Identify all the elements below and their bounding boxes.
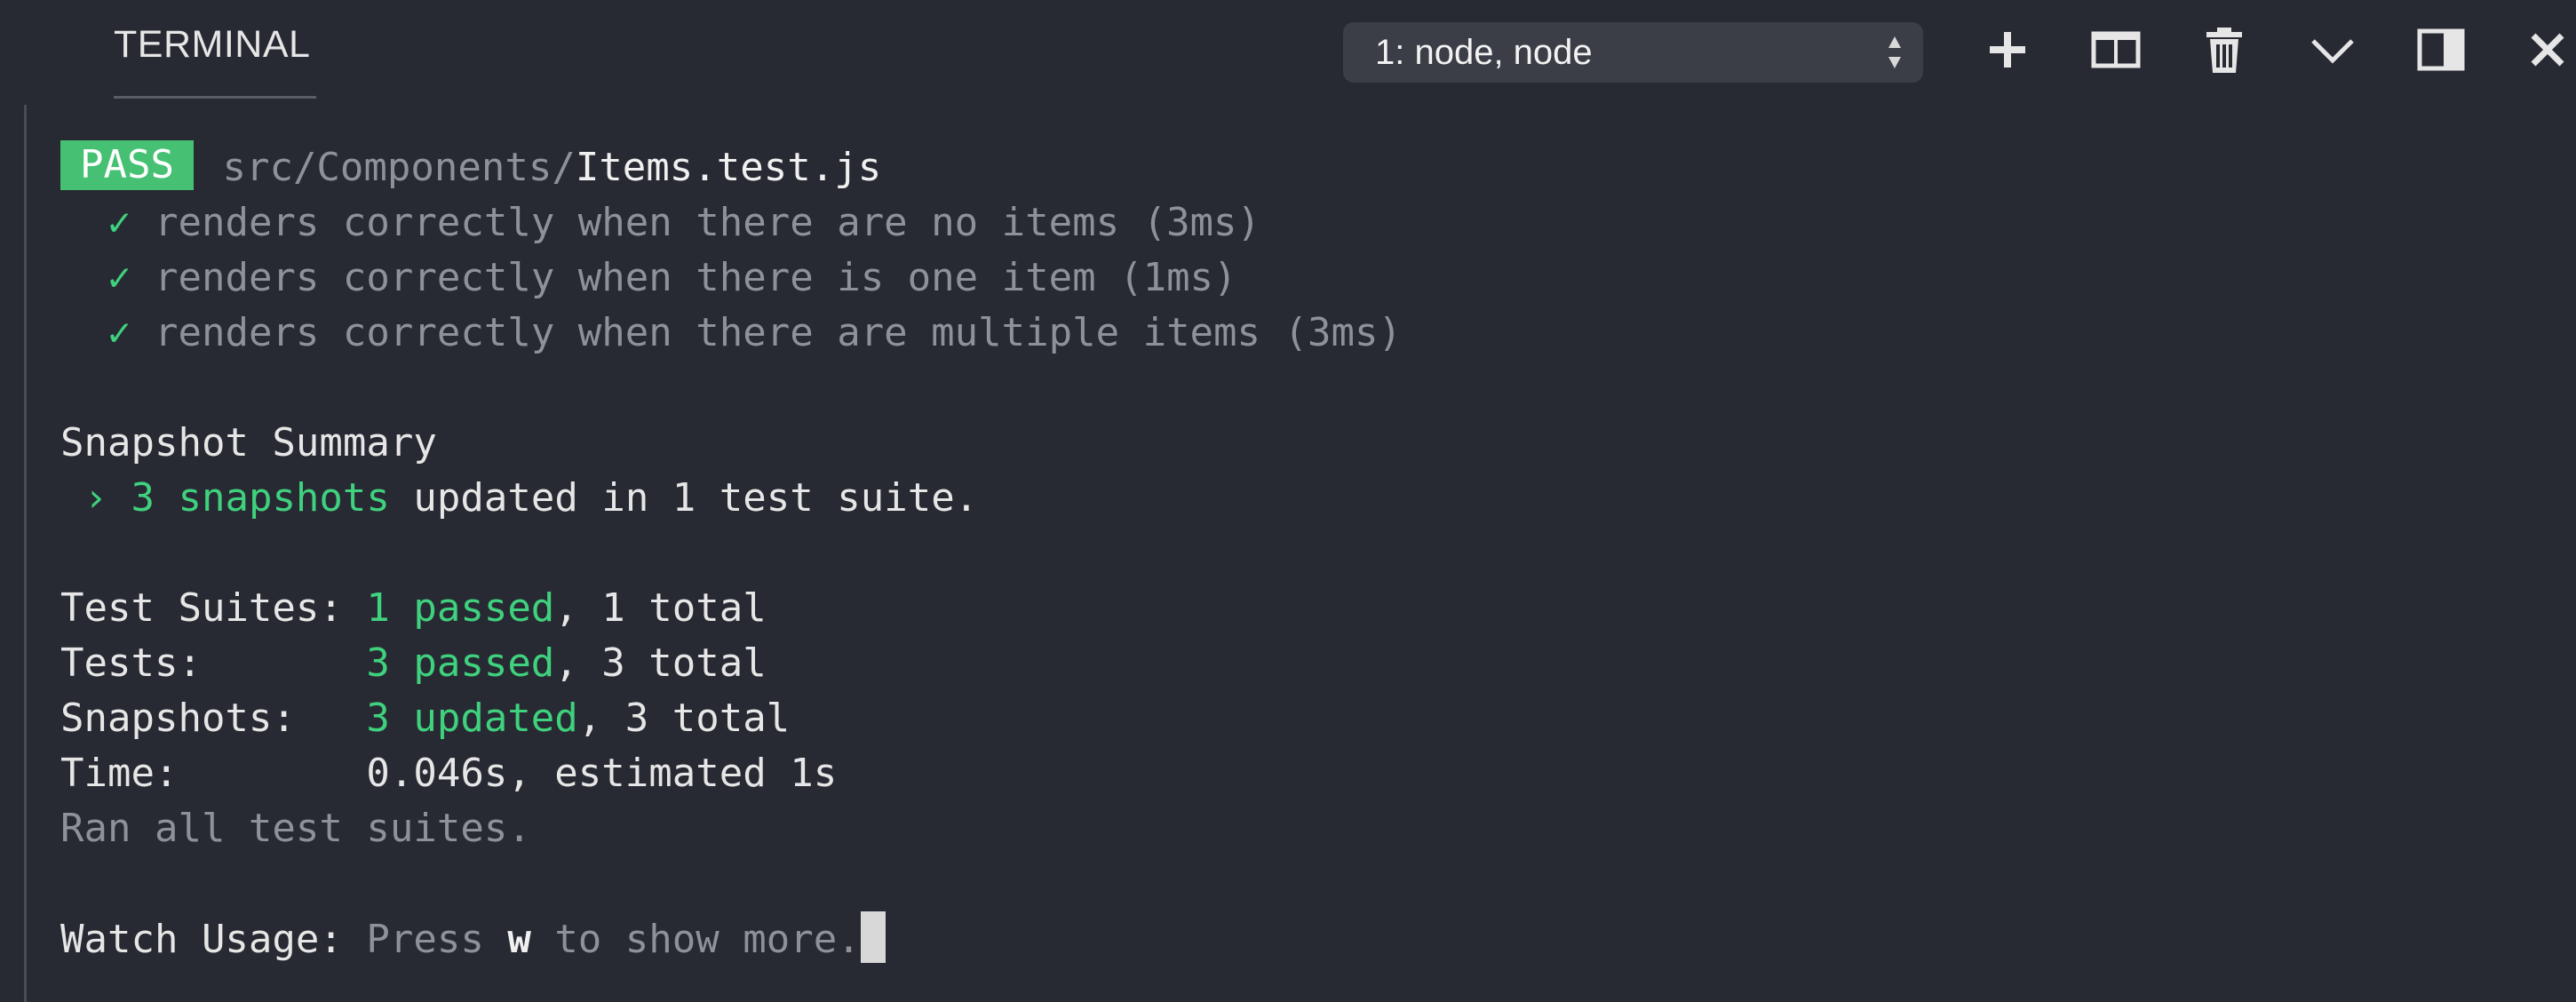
test-result-line: ✓ renders correctly when there are multi… [60, 306, 2576, 361]
trash-icon[interactable] [2198, 23, 2251, 76]
terminal-select-value: 1: node, node [1375, 33, 1593, 72]
watch-label: Watch Usage: [60, 917, 367, 962]
split-icon[interactable] [2089, 23, 2143, 76]
panel-icon[interactable] [2414, 23, 2468, 76]
test-result-line: ✓ renders correctly when there is one it… [60, 250, 2576, 306]
pass-badge: PASS [60, 140, 194, 190]
tests-total: , 3 total [554, 640, 767, 686]
suites-passed: 1 passed [366, 585, 555, 631]
watch-press: Press [366, 917, 508, 962]
suites-line: Test Suites: 1 passed, 1 total [60, 581, 2576, 636]
terminal-instance-select[interactable]: 1: node, node [1343, 22, 1923, 83]
time-line: Time: 0.046s, estimated 1s [60, 746, 2576, 801]
ran-all-line: Ran all test suites. [60, 806, 531, 851]
test-result-line: ✓ renders correctly when there are no it… [60, 195, 2576, 250]
tests-line: Tests: 3 passed, 3 total [60, 636, 2576, 691]
test-name: renders correctly when there are multipl… [154, 310, 1402, 355]
suites-total: , 1 total [554, 585, 767, 631]
tab-terminal[interactable]: TERMINAL [114, 21, 310, 68]
check-icon: ✓ [107, 255, 131, 300]
active-tab-indicator [114, 96, 316, 99]
watch-usage-line: Watch Usage: Press w to show more. [60, 911, 2576, 966]
test-file-line: PASS src/Components/Items.test.js [60, 140, 2576, 195]
time-value: 0.046s, estimated 1s [366, 751, 838, 796]
snapshot-count: 3 snapshots [131, 475, 390, 521]
tests-label: Tests: [60, 640, 367, 686]
watch-rest: to show more. [530, 917, 861, 962]
tests-passed: 3 passed [366, 640, 555, 686]
terminal-panel-header: TERMINAL 1: node, node [0, 0, 2576, 99]
terminal-output[interactable]: PASS src/Components/Items.test.js ✓ rend… [60, 140, 2576, 1002]
time-label: Time: [60, 751, 367, 796]
file-name: Items.test.js [575, 145, 882, 190]
snapshots-updated: 3 updated [366, 696, 578, 741]
chevron-right-icon: › [83, 475, 108, 521]
test-name: renders correctly when there are no item… [154, 200, 1261, 245]
select-arrows-icon [1888, 36, 1901, 68]
snapshot-rest: updated in 1 test suite. [413, 475, 979, 521]
snapshot-summary-line: › 3 snapshots updated in 1 test suite. [60, 471, 2576, 526]
panel-left-border [24, 105, 27, 1002]
snapshots-total: , 3 total [577, 696, 791, 741]
file-path-dir: src/Components/ [222, 145, 576, 190]
close-icon[interactable] [2521, 23, 2574, 76]
snapshots-label: Snapshots: [60, 696, 367, 741]
test-name: renders correctly when there is one item… [154, 255, 1237, 300]
snapshots-line: Snapshots: 3 updated, 3 total [60, 691, 2576, 746]
terminal-cursor [860, 911, 886, 963]
chevron-down-icon[interactable] [2306, 23, 2359, 76]
check-icon: ✓ [107, 310, 131, 355]
check-icon: ✓ [107, 200, 131, 245]
plus-icon[interactable] [1981, 23, 2034, 76]
watch-key: w [507, 917, 531, 962]
snapshot-summary-title: Snapshot Summary [60, 420, 437, 465]
suites-label: Test Suites: [60, 585, 367, 631]
